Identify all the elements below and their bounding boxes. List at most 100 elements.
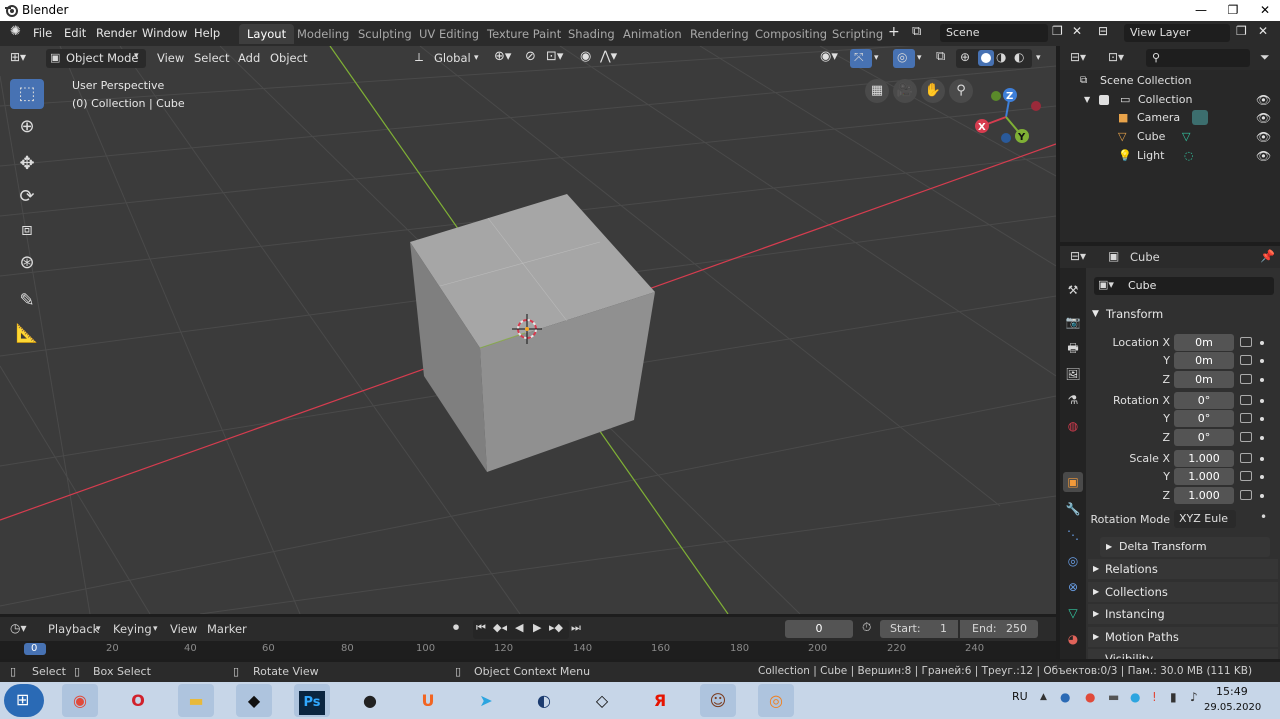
taskbar-app[interactable]: ● bbox=[352, 684, 388, 717]
jump-end-icon[interactable]: ⏭ bbox=[571, 621, 581, 635]
language-indicator[interactable]: RU bbox=[1012, 690, 1028, 703]
keyframe-dot[interactable] bbox=[1260, 359, 1264, 363]
mesh-data-icon[interactable]: ▽ bbox=[1182, 128, 1190, 146]
outliner-search-input[interactable]: ⚲ bbox=[1146, 49, 1250, 67]
proportional-edit-icon[interactable]: ◉ bbox=[580, 49, 591, 64]
pan-view-button[interactable]: ✋ bbox=[921, 79, 945, 103]
output-tab[interactable]: 🖶 bbox=[1063, 338, 1083, 358]
tab-uv-editing[interactable]: UV Editing bbox=[411, 24, 487, 44]
current-frame-field[interactable]: 0 bbox=[785, 620, 853, 638]
filter-icon[interactable]: ⏷ bbox=[1260, 50, 1270, 65]
visibility-icon[interactable]: ◉▾ bbox=[820, 49, 838, 64]
location-y-field[interactable]: 0m bbox=[1174, 352, 1234, 369]
record-icon[interactable]: ⏺ bbox=[453, 620, 459, 635]
lock-icon[interactable] bbox=[1240, 471, 1252, 481]
properties-editor-icon[interactable]: ⊟▾ bbox=[1070, 249, 1086, 263]
modifier-tab[interactable]: 🔧 bbox=[1063, 499, 1083, 519]
view-layer-tab[interactable]: 🖼 bbox=[1063, 364, 1083, 384]
outliner-item-light[interactable]: 💡 Light ◌ 👁 bbox=[1060, 147, 1280, 165]
menu-file[interactable]: File bbox=[33, 26, 52, 40]
physics-tab[interactable]: ◎ bbox=[1063, 551, 1083, 571]
taskbar-chrome[interactable]: ◉ bbox=[62, 684, 98, 717]
tab-modeling[interactable]: Modeling bbox=[289, 24, 357, 44]
location-x-field[interactable]: 0m bbox=[1174, 334, 1234, 351]
menu-render[interactable]: Render bbox=[96, 26, 137, 40]
pivot-icon[interactable]: ⊕▾ bbox=[494, 49, 511, 64]
transform-panel-header[interactable]: ▼ Transform bbox=[1088, 304, 1278, 324]
collection-row[interactable]: ▼ ▭ Collection 👁 bbox=[1060, 91, 1280, 109]
delete-view-layer-icon[interactable]: ✕ bbox=[1258, 24, 1268, 38]
maximize-button[interactable]: ❐ bbox=[1218, 0, 1248, 21]
view-layer-icon[interactable]: ⊟ bbox=[1098, 24, 1108, 38]
taskbar-opera[interactable]: O bbox=[120, 684, 156, 717]
motion-paths-panel-header[interactable]: ▶ Motion Paths bbox=[1088, 627, 1278, 647]
tray-icon[interactable]: ● bbox=[1130, 690, 1140, 704]
axis-gizmo[interactable]: Z X Y bbox=[970, 84, 1046, 150]
display-mode-icon[interactable]: ⊡▾ bbox=[1108, 50, 1124, 64]
tab-scripting[interactable]: Scripting bbox=[824, 24, 891, 44]
checkbox-icon[interactable] bbox=[1099, 95, 1109, 105]
clock-date[interactable]: 29.05.2020 bbox=[1204, 702, 1261, 713]
eye-icon[interactable]: 👁 bbox=[1256, 109, 1271, 127]
overlay-toggle-button[interactable]: ◎ bbox=[893, 49, 915, 68]
new-view-layer-icon[interactable]: ❐ bbox=[1236, 24, 1247, 38]
prev-keyframe-icon[interactable]: ◆◂ bbox=[493, 621, 507, 634]
keyframe-dot[interactable] bbox=[1260, 399, 1264, 403]
lock-icon[interactable] bbox=[1240, 413, 1252, 423]
taskbar-telegram[interactable]: ➤ bbox=[468, 684, 504, 717]
play-reverse-icon[interactable]: ◀ bbox=[515, 621, 523, 634]
lock-icon[interactable] bbox=[1240, 432, 1252, 442]
menu-view[interactable]: View bbox=[157, 51, 184, 65]
3d-viewport[interactable]: ⊞▾ ▣ Object Mode ▾ View Select Add Objec… bbox=[0, 46, 1056, 614]
new-scene-icon[interactable]: ❐ bbox=[1052, 24, 1063, 38]
tray-icon[interactable]: ▬ bbox=[1108, 690, 1119, 704]
close-button[interactable]: ✕ bbox=[1250, 0, 1280, 21]
relations-panel-header[interactable]: ▶ Relations bbox=[1088, 559, 1278, 579]
next-keyframe-icon[interactable]: ▸◆ bbox=[549, 621, 563, 634]
network-icon[interactable]: ▮ bbox=[1170, 690, 1177, 704]
menu-select[interactable]: Select bbox=[194, 51, 229, 65]
outliner-editor-icon[interactable]: ⊟▾ bbox=[1070, 50, 1086, 64]
scale-x-field[interactable]: 1.000 bbox=[1174, 450, 1234, 467]
location-z-field[interactable]: 0m bbox=[1174, 371, 1234, 388]
snap-element-icon[interactable]: ⊡▾ bbox=[546, 49, 563, 64]
menu-object[interactable]: Object bbox=[270, 51, 307, 65]
data-tab[interactable]: ▽ bbox=[1063, 603, 1083, 623]
play-icon[interactable]: ▶ bbox=[533, 621, 541, 634]
scene-tab[interactable]: ⚗ bbox=[1063, 390, 1083, 410]
eye-icon[interactable]: 👁 bbox=[1256, 91, 1271, 109]
tray-icon[interactable]: ● bbox=[1085, 690, 1095, 704]
visibility-panel-header[interactable]: Visibility bbox=[1088, 649, 1278, 659]
lock-icon[interactable] bbox=[1240, 355, 1252, 365]
menu-edit[interactable]: Edit bbox=[64, 26, 86, 40]
rotation-y-field[interactable]: 0° bbox=[1174, 410, 1234, 427]
falloff-icon[interactable]: ⋀▾ bbox=[600, 49, 617, 64]
camera-view-button[interactable]: 🎥 bbox=[893, 79, 917, 103]
particles-tab[interactable]: ⋱ bbox=[1063, 525, 1083, 545]
playback-menu[interactable]: Playback bbox=[48, 622, 99, 636]
keyframe-dot[interactable] bbox=[1260, 475, 1264, 479]
start-button[interactable]: ⊞ bbox=[4, 684, 44, 717]
move-tool-button[interactable]: ✥ bbox=[10, 149, 44, 179]
lock-icon[interactable] bbox=[1240, 395, 1252, 405]
rotation-mode-dropdown[interactable]: XYZ Eule bbox=[1174, 510, 1236, 528]
keyframe-dot[interactable] bbox=[1260, 341, 1264, 345]
eye-icon[interactable]: 👁 bbox=[1256, 128, 1271, 146]
scale-tool-button[interactable]: ⧈ bbox=[10, 215, 44, 245]
rendered-icon[interactable]: ◐ bbox=[1014, 50, 1024, 64]
menu-help[interactable]: Help bbox=[194, 26, 220, 40]
material-preview-icon[interactable]: ◑ bbox=[996, 50, 1006, 64]
add-workspace-icon[interactable]: + bbox=[888, 24, 900, 40]
start-frame-field[interactable]: Start: 1 bbox=[880, 620, 958, 638]
outliner-item-camera[interactable]: ■ Camera 👁 bbox=[1060, 109, 1280, 127]
volume-icon[interactable]: ♪ bbox=[1190, 690, 1198, 704]
taskbar-yandex[interactable]: Я bbox=[642, 684, 678, 717]
view-layer-field[interactable]: View Layer bbox=[1124, 24, 1230, 42]
taskbar-blender[interactable]: ◎ bbox=[758, 684, 794, 717]
keyframe-dot[interactable] bbox=[1260, 494, 1264, 498]
tray-icon[interactable]: ● bbox=[1060, 690, 1070, 704]
taskbar-explorer[interactable]: ▬ bbox=[178, 684, 214, 717]
expand-icon[interactable]: ▼ bbox=[1084, 91, 1090, 109]
lock-icon[interactable] bbox=[1240, 453, 1252, 463]
taskbar-unity[interactable]: ◇ bbox=[584, 684, 620, 717]
